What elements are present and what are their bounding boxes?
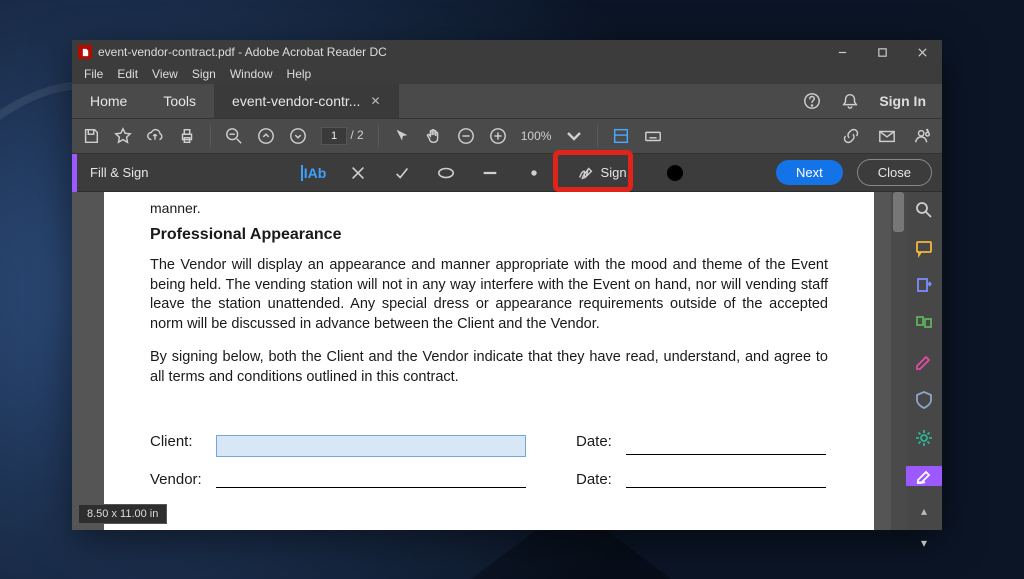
share-people-icon[interactable] [914, 127, 932, 145]
page-current-input[interactable] [321, 127, 347, 145]
star-icon[interactable] [114, 127, 132, 145]
doc-paragraph: The Vendor will display an appearance an… [150, 256, 828, 334]
doc-heading: Professional Appearance [150, 226, 828, 244]
organize-pages-icon[interactable] [913, 314, 935, 334]
sign-button-label: Sign [601, 165, 627, 180]
page-down-icon[interactable] [289, 127, 307, 145]
export-pdf-icon[interactable] [913, 276, 935, 296]
right-tools-rail: ▴ ▾ [906, 192, 942, 530]
menu-edit[interactable]: Edit [111, 67, 144, 81]
share-email-icon[interactable] [878, 127, 896, 145]
menu-file[interactable]: File [78, 67, 109, 81]
keyboard-icon[interactable] [644, 127, 662, 145]
menu-help[interactable]: Help [281, 67, 318, 81]
zoom-in-icon[interactable] [489, 127, 507, 145]
circle-tool[interactable] [435, 162, 457, 184]
date-label: Date: [576, 471, 626, 488]
menubar: File Edit View Sign Window Help [72, 64, 942, 84]
tabstrip: Home Tools event-vendor-contr... ✕ Sign … [72, 84, 942, 118]
window-minimize-button[interactable] [822, 40, 862, 64]
zoom-out-magnifier-icon[interactable] [225, 127, 243, 145]
window-title: event-vendor-contract.pdf - Adobe Acroba… [98, 45, 387, 59]
doc-paragraph: By signing below, both the Client and th… [150, 348, 828, 387]
client-label: Client: [150, 433, 216, 455]
pdf-page: manner. Professional Appearance The Vend… [104, 192, 874, 530]
window-maximize-button[interactable] [862, 40, 902, 64]
print-icon[interactable] [178, 127, 196, 145]
vendor-date-field[interactable] [626, 471, 826, 488]
notifications-bell-icon[interactable] [841, 92, 859, 110]
vendor-label: Vendor: [150, 471, 216, 488]
tab-tools[interactable]: Tools [145, 84, 214, 118]
edit-pdf-icon[interactable] [913, 352, 935, 372]
menu-view[interactable]: View [146, 67, 184, 81]
zoom-level[interactable]: 100% [521, 129, 552, 143]
page-up-icon[interactable] [257, 127, 275, 145]
pdf-file-icon [78, 45, 92, 59]
next-button[interactable]: Next [776, 160, 843, 185]
tab-document[interactable]: event-vendor-contr... ✕ [214, 84, 398, 118]
help-icon[interactable] [803, 92, 821, 110]
tab-document-label: event-vendor-contr... [232, 93, 360, 109]
add-text-tool[interactable]: IAb [303, 162, 325, 184]
dot-tool[interactable] [523, 162, 545, 184]
line-tool[interactable] [479, 162, 501, 184]
fill-sign-toolbar: Fill & Sign IAb Sign Next Close [72, 154, 942, 192]
fill-sign-accent [72, 154, 77, 192]
comment-icon[interactable] [913, 238, 935, 258]
fit-width-icon[interactable] [612, 127, 630, 145]
fill-sign-rail-icon[interactable] [906, 466, 942, 486]
optimize-gear-icon[interactable] [913, 428, 935, 448]
close-button[interactable]: Close [857, 159, 932, 186]
main-toolbar: / 2 100% [72, 118, 942, 154]
sign-in-link[interactable]: Sign In [879, 93, 926, 109]
sign-button[interactable]: Sign [567, 160, 637, 186]
window-close-button[interactable] [902, 40, 942, 64]
page-dimensions-badge: 8.50 x 11.00 in [78, 504, 167, 524]
search-icon[interactable] [913, 200, 935, 220]
titlebar: event-vendor-contract.pdf - Adobe Acroba… [72, 40, 942, 64]
document-viewport[interactable]: manner. Professional Appearance The Vend… [72, 192, 906, 530]
date-label: Date: [576, 433, 626, 455]
protect-shield-icon[interactable] [913, 390, 935, 410]
checkmark-tool[interactable] [391, 162, 413, 184]
menu-sign[interactable]: Sign [186, 67, 222, 81]
tab-close-icon[interactable]: ✕ [370, 94, 380, 108]
page-indicator: / 2 [321, 127, 364, 145]
client-date-field[interactable] [626, 433, 826, 455]
tab-home[interactable]: Home [72, 84, 145, 118]
rail-scroll-down-icon[interactable]: ▾ [921, 536, 927, 550]
save-icon[interactable] [82, 127, 100, 145]
color-swatch-black[interactable] [667, 165, 683, 181]
acrobat-window: event-vendor-contract.pdf - Adobe Acroba… [72, 40, 942, 530]
fill-sign-label: Fill & Sign [90, 165, 149, 180]
cloud-upload-icon[interactable] [146, 127, 164, 145]
crossmark-tool[interactable] [347, 162, 369, 184]
client-signature-field[interactable] [216, 435, 526, 457]
document-scrollbar[interactable] [891, 192, 906, 530]
doc-fragment-text: manner. [150, 200, 828, 216]
share-link-icon[interactable] [842, 127, 860, 145]
selection-arrow-icon[interactable] [393, 127, 411, 145]
zoom-dropdown-icon[interactable] [565, 127, 583, 145]
zoom-out-icon[interactable] [457, 127, 475, 145]
page-total: 2 [357, 128, 364, 142]
hand-pan-icon[interactable] [425, 127, 443, 145]
menu-window[interactable]: Window [224, 67, 279, 81]
rail-scroll-up-icon[interactable]: ▴ [921, 504, 927, 518]
vendor-signature-field[interactable] [216, 471, 526, 488]
